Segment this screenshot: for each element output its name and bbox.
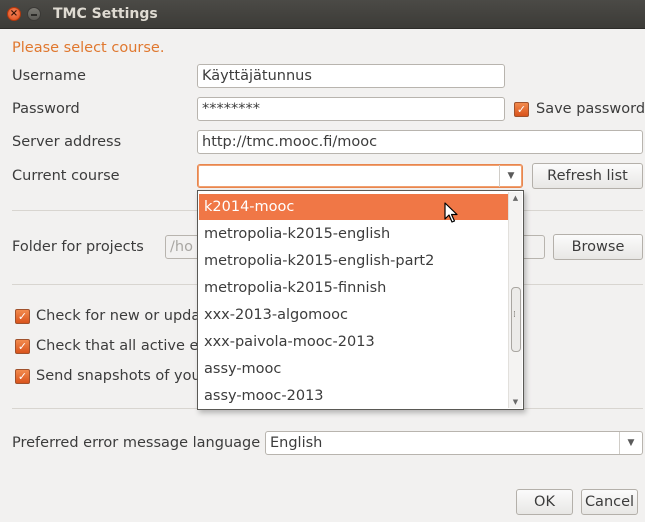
check-active-exercises-label: Check that all active ex: [36, 338, 207, 354]
refresh-list-button[interactable]: Refresh list: [532, 163, 643, 189]
dropdown-option[interactable]: k2014-mooc: [199, 194, 510, 220]
course-warning-text: Please select course.: [12, 40, 165, 56]
check-active-exercises-checkbox[interactable]: ✓: [15, 339, 30, 354]
minimize-window-button[interactable]: [27, 7, 41, 21]
chevron-down-icon[interactable]: ▼: [619, 432, 642, 454]
checkmark-icon: ✓: [17, 340, 28, 353]
username-label: Username: [12, 68, 86, 84]
dropdown-option[interactable]: xxx-2013-algomooc: [199, 302, 510, 328]
window-title: TMC Settings: [53, 6, 158, 22]
title-bar: × TMC Settings: [0, 0, 645, 29]
dropdown-scrollbar[interactable]: ▲ ▼: [508, 192, 522, 408]
dropdown-option[interactable]: metropolia-k2015-finnish: [199, 275, 510, 301]
check-updates-label: Check for new or upda: [36, 308, 201, 324]
close-icon: ×: [9, 8, 19, 19]
send-snapshots-label: Send snapshots of your: [36, 368, 207, 384]
mouse-pointer-icon: [444, 202, 458, 223]
close-window-button[interactable]: ×: [7, 7, 21, 21]
check-updates-checkbox[interactable]: ✓: [15, 309, 30, 324]
server-address-field[interactable]: http://tmc.mooc.fi/mooc: [197, 130, 643, 154]
scroll-up-icon[interactable]: ▲: [509, 192, 522, 204]
error-language-value: English: [270, 435, 323, 451]
chevron-down-icon[interactable]: ▼: [499, 165, 522, 187]
dropdown-option[interactable]: assy-mooc-2013: [199, 383, 510, 409]
course-dropdown-list[interactable]: k2014-mooc metropolia-k2015-english metr…: [197, 190, 524, 410]
server-address-label: Server address: [12, 134, 122, 150]
save-password-label: Save password: [536, 101, 645, 117]
dropdown-option[interactable]: assy-mooc: [199, 356, 510, 382]
cancel-button[interactable]: Cancel: [581, 489, 638, 515]
password-field[interactable]: ********: [197, 97, 505, 121]
dropdown-option[interactable]: xxx-paivola-mooc-2013: [199, 329, 510, 355]
current-course-label: Current course: [12, 168, 120, 184]
error-language-label: Preferred error message language: [12, 435, 261, 451]
browse-button[interactable]: Browse: [553, 234, 643, 260]
username-field[interactable]: Käyttäjätunnus: [197, 64, 505, 88]
dropdown-option[interactable]: metropolia-k2015-english: [199, 221, 510, 247]
checkmark-icon: ✓: [516, 103, 527, 116]
dropdown-option[interactable]: metropolia-k2015-english-part2: [199, 248, 510, 274]
folder-label: Folder for projects: [12, 239, 144, 255]
scroll-down-icon[interactable]: ▼: [509, 396, 522, 408]
current-course-select[interactable]: ▼: [197, 164, 523, 188]
save-password-checkbox[interactable]: ✓: [514, 102, 529, 117]
ok-button[interactable]: OK: [516, 489, 573, 515]
password-label: Password: [12, 101, 80, 117]
error-language-select[interactable]: English ▼: [265, 431, 643, 455]
checkmark-icon: ✓: [17, 370, 28, 383]
send-snapshots-checkbox[interactable]: ✓: [15, 369, 30, 384]
checkmark-icon: ✓: [17, 310, 28, 323]
scrollbar-thumb[interactable]: [511, 287, 521, 352]
